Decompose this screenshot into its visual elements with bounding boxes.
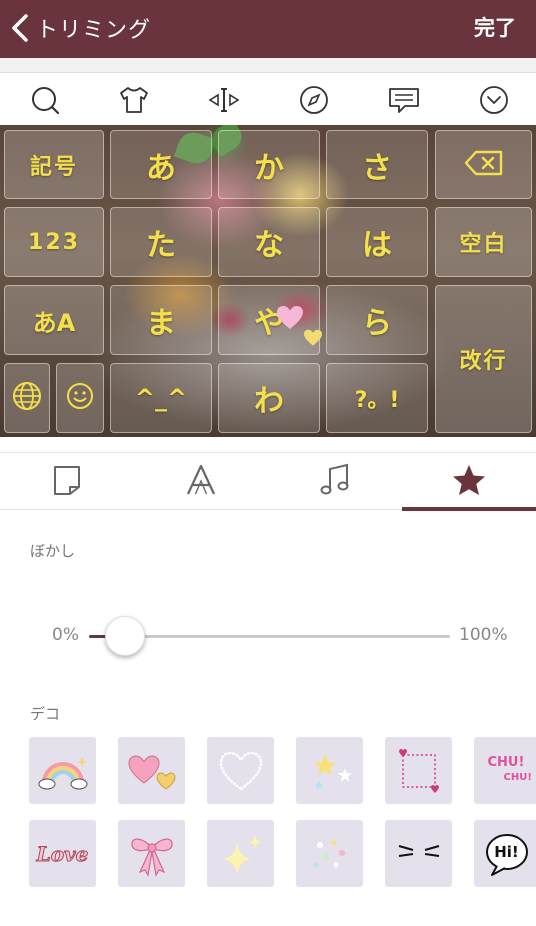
key-ha[interactable]: は [326,207,428,277]
chevron-left-icon [8,10,32,46]
ribbon-icon [130,838,173,877]
deco-glitter[interactable] [296,820,363,887]
deco-square-frame[interactable] [385,737,452,804]
key-ka[interactable]: か [218,130,320,199]
deco-rainbow[interactable] [29,737,96,804]
deco-chu-chu[interactable]: CHU! CHU! [474,737,536,804]
key-punctuation[interactable]: ?。! [326,363,428,433]
deco-stars[interactable] [296,737,363,804]
key-ta[interactable]: た [110,207,212,277]
sparkles-icon [222,834,261,875]
header-spacer [0,58,536,72]
blur-label: ぼかし [30,542,76,560]
key-ra[interactable]: ら [326,285,428,355]
key-globe[interactable] [4,363,50,433]
key-space[interactable]: 空白 [435,207,532,277]
blur-max-label: 100% [459,625,508,645]
background-tab-icon [50,463,84,501]
whiskers-icon [398,844,439,857]
selected-tab-indicator [402,507,536,511]
key-emoji[interactable] [56,363,104,433]
key-a[interactable]: あ [110,130,212,199]
hearts-icon [127,754,176,790]
key-ma[interactable]: ま [110,285,212,355]
deco-label: デコ [30,705,61,723]
key-wa[interactable]: わ [218,363,320,433]
key-na[interactable]: な [218,207,320,277]
deco-heart-frame[interactable] [207,737,274,804]
blur-slider-thumb[interactable] [105,616,146,656]
deco-whiskers[interactable] [385,820,452,887]
keyboard-preview: 記号 あ か さ 123 た な は 空白 あA ま や ら 改行 ^_^ わ … [0,125,536,437]
key-numbers[interactable]: 123 [4,207,104,277]
tab-font[interactable] [134,453,268,510]
hi-text: Hi! [494,842,519,861]
done-button[interactable]: 完了 [474,12,516,42]
resize-icon[interactable] [207,83,241,117]
music-note-icon [319,463,351,501]
stars-icon [313,753,352,789]
tab-sound[interactable] [268,453,402,510]
chu-text: CHU! [487,754,525,770]
key-symbols[interactable]: 記号 [4,130,104,199]
heart-decoration [303,329,323,351]
globe-icon [11,380,43,416]
app-header: トリミング 完了 [0,0,536,58]
deco-ribbon[interactable] [118,820,185,887]
heart-frame-icon [219,751,262,791]
compass-icon[interactable] [297,83,331,117]
glitter-icon [313,840,345,867]
key-enter[interactable]: 改行 [435,285,532,433]
deco-sparkles[interactable] [207,820,274,887]
deco-love[interactable]: Love [29,820,96,887]
heart-decoration [276,305,304,335]
deco-hi-bubble[interactable]: Hi! [474,820,536,887]
tab-effect[interactable] [402,453,536,510]
blur-min-label: 0% [52,625,79,645]
key-backspace[interactable] [435,130,532,199]
key-kana-alpha[interactable]: あA [4,285,104,355]
love-text: Love [36,841,89,866]
deco-hearts[interactable] [118,737,185,804]
font-tab-icon [185,463,217,501]
key-kaomoji[interactable]: ^_^ [110,363,212,433]
rainbow-icon [38,756,87,789]
star-icon [451,463,487,501]
keyboard-toolbar [0,72,536,125]
back-button[interactable]: トリミング [8,10,151,46]
tab-background[interactable] [0,453,134,510]
chu-text: CHU! [503,771,532,783]
shirt-icon[interactable] [117,83,151,117]
chevron-down-icon[interactable] [477,83,511,117]
square-frame-icon [398,748,439,793]
key-sa[interactable]: さ [326,130,428,199]
backspace-icon [464,150,504,180]
settings-tabs [0,452,536,511]
smiley-icon [65,381,95,415]
comment-icon[interactable] [387,83,421,117]
search-icon[interactable] [28,83,62,117]
page-title: トリミング [36,18,152,43]
